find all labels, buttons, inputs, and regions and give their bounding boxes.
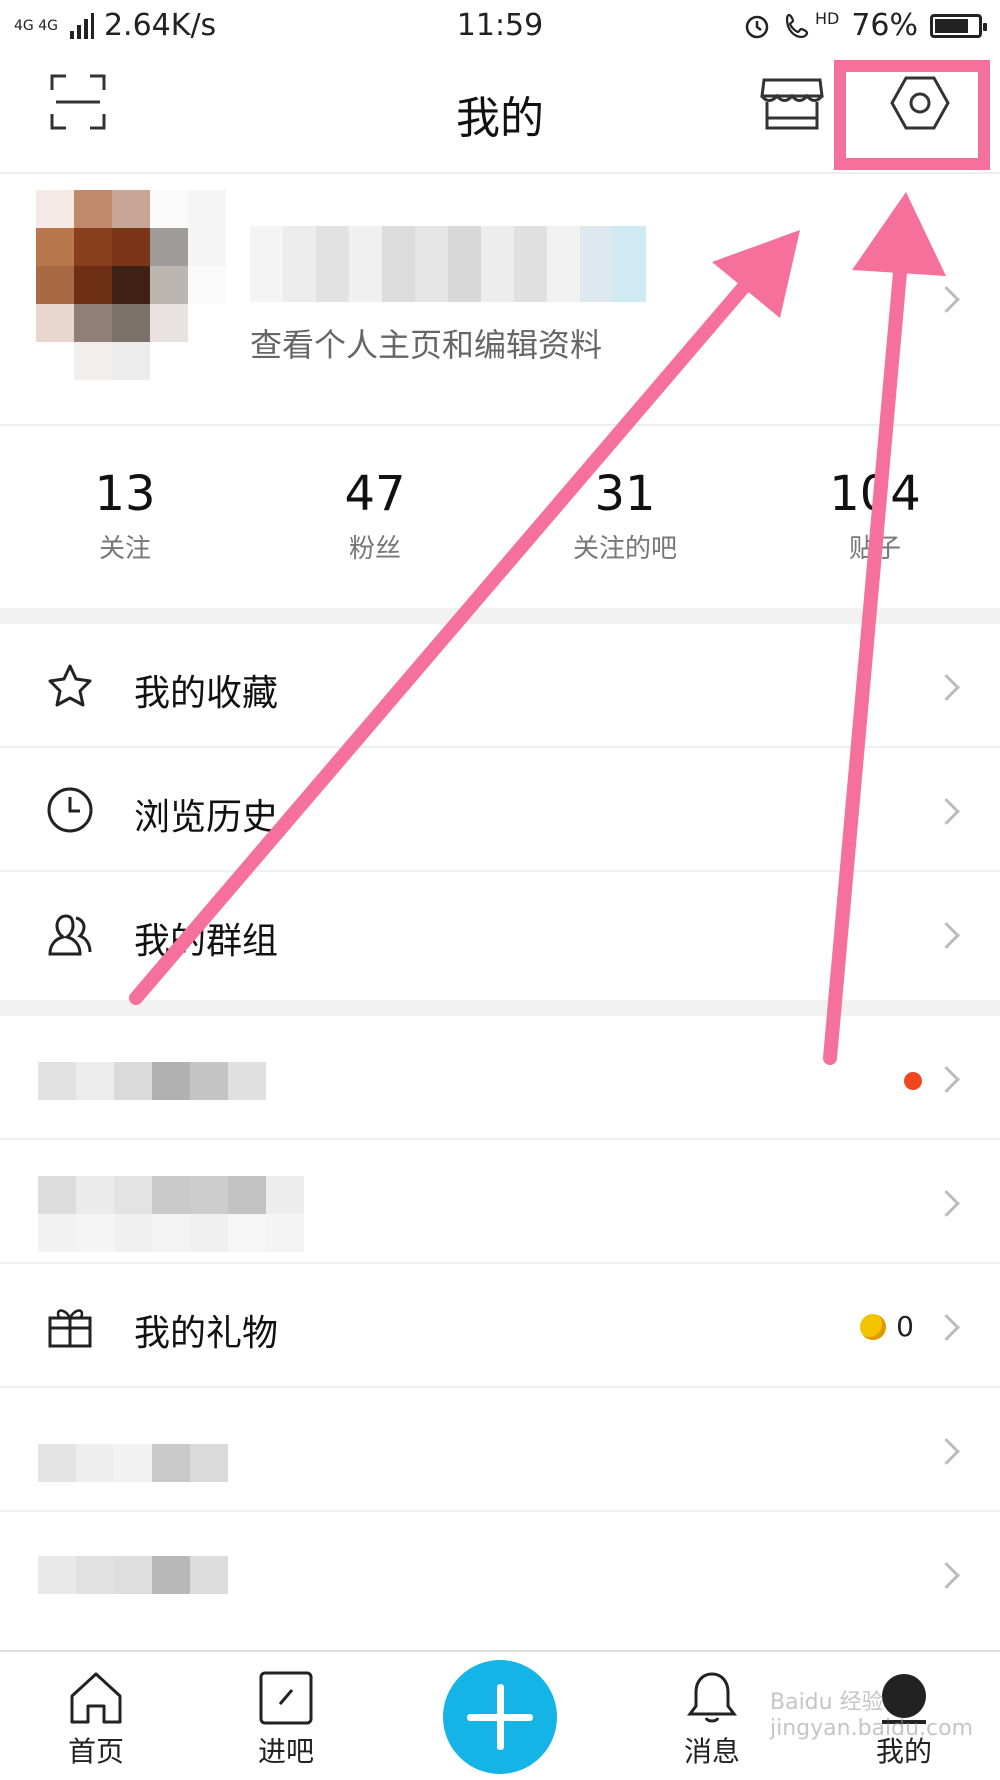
avatar[interactable] [36, 190, 226, 380]
menu-item-label: 我的收藏 [134, 673, 279, 714]
menu-item-blurred-2[interactable] [0, 1140, 1000, 1264]
post-plus-button[interactable] [443, 1660, 557, 1774]
store-icon[interactable] [760, 76, 824, 132]
hd-indicator: HD [814, 9, 840, 28]
stat-following[interactable]: 13 关注 [0, 466, 250, 565]
edit-square-icon [259, 1671, 313, 1725]
settings-icon[interactable] [890, 76, 950, 130]
baidu-watermark: Baidu 经验 jingyan.baidu.com [770, 1690, 974, 1741]
tab-label: 消息 [683, 1735, 740, 1768]
alarm-icon [745, 15, 769, 38]
menu-item-gifts[interactable]: 我的礼物 0 [0, 1264, 1000, 1388]
stat-followed-bars[interactable]: 31 关注的吧 [500, 466, 750, 565]
menu-item-groups[interactable]: 我的群组 [0, 872, 1000, 996]
menu-item-label: 我的群组 [134, 921, 279, 962]
top-bar: 我的 [0, 52, 1000, 174]
blurred-label [38, 1062, 266, 1100]
chevron-right-icon [933, 1314, 960, 1341]
stat-label: 粉丝 [348, 534, 401, 564]
menu-item-blurred-1[interactable] [0, 1016, 1000, 1140]
page-title: 我的 [456, 93, 544, 144]
menu-item-blurred-4[interactable] [0, 1512, 1000, 1636]
section-divider [0, 1000, 1000, 1016]
blurred-label [38, 1444, 228, 1482]
blurred-label [38, 1556, 228, 1594]
menu-item-label: 浏览历史 [134, 797, 279, 838]
status-bar: 4G 4G 2.64K/s 11:59 HD 76% [0, 0, 1000, 52]
menu-item-blurred-3[interactable] [0, 1388, 1000, 1512]
tab-messages[interactable]: 消息 [652, 1670, 772, 1770]
stat-label: 贴子 [848, 534, 901, 564]
home-icon [70, 1672, 122, 1724]
coin-icon [860, 1313, 887, 1340]
call-icon [785, 13, 809, 38]
stat-label: 关注 [98, 534, 151, 564]
chevron-right-icon [933, 674, 960, 701]
chevron-right-icon [933, 1438, 960, 1465]
tab-enter[interactable]: 进吧 [226, 1670, 346, 1770]
battery-icon [930, 13, 987, 38]
menu-item-label: 我的礼物 [134, 1313, 279, 1354]
tab-home[interactable]: 首页 [36, 1670, 156, 1770]
stats-row: 13 关注 47 粉丝 31 关注的吧 104 贴子 [0, 426, 1000, 606]
gift-balance: 0 [860, 1310, 914, 1343]
profile-card[interactable]: 查看个人主页和编辑资料 [0, 174, 1000, 426]
chevron-right-icon [933, 1066, 960, 1093]
stat-value: 13 [94, 466, 156, 522]
chevron-right-icon [933, 1562, 960, 1589]
blurred-label [38, 1176, 304, 1252]
stat-posts[interactable]: 104 贴子 [750, 466, 1000, 565]
battery-percent: 76% [851, 8, 918, 43]
stat-value: 104 [829, 466, 921, 522]
stat-value: 47 [344, 466, 406, 522]
gift-count: 0 [896, 1310, 914, 1343]
stat-label: 关注的吧 [572, 534, 677, 564]
tab-label: 进吧 [257, 1735, 314, 1768]
menu-item-history[interactable]: 浏览历史 [0, 748, 1000, 872]
chevron-right-icon [933, 1190, 960, 1217]
chevron-right-icon [933, 798, 960, 825]
tab-label: 首页 [67, 1735, 124, 1768]
star-icon [48, 664, 92, 707]
chevron-right-icon [933, 922, 960, 949]
gift-icon [48, 1309, 92, 1348]
stat-fans[interactable]: 47 粉丝 [250, 466, 500, 565]
username-blurred [250, 226, 646, 302]
clock-icon [47, 787, 93, 833]
group-icon [48, 914, 92, 956]
stat-value: 31 [594, 466, 656, 522]
bell-icon [687, 1672, 737, 1723]
chevron-right-icon [933, 286, 960, 313]
profile-subtitle: 查看个人主页和编辑资料 [250, 326, 603, 364]
section-divider [0, 608, 1000, 624]
menu-item-favorites[interactable]: 我的收藏 [0, 624, 1000, 748]
notification-dot [904, 1072, 922, 1090]
